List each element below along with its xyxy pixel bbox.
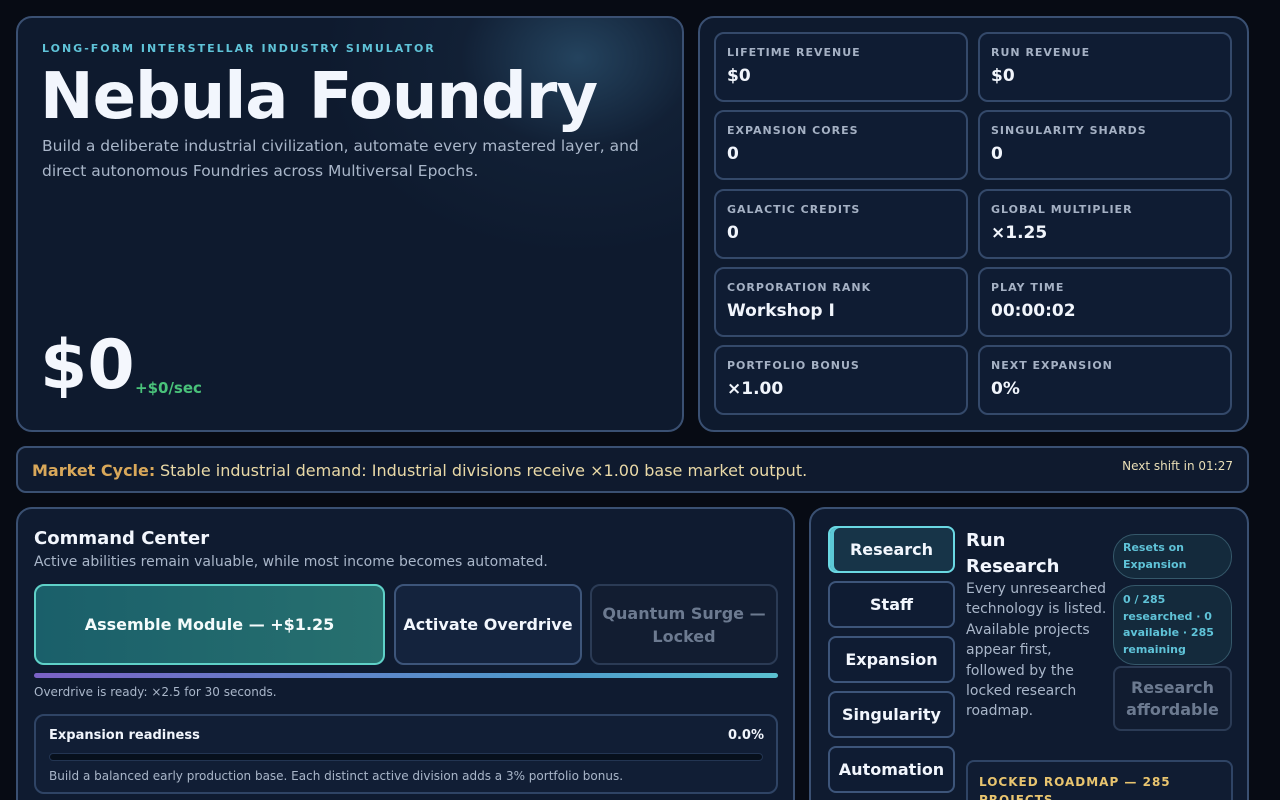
market-cycle-text: Stable industrial demand: Industrial div…: [160, 461, 808, 480]
command-center-title: Command Center: [34, 528, 210, 549]
hero-subtitle: Build a deliberate industrial civilizati…: [42, 137, 639, 180]
stat-lifetime-revenue: LIFETIME REVENUE $0: [714, 32, 968, 102]
readiness-percent: 0.0%: [727, 728, 764, 743]
overdrive-status: Overdrive is ready: ×2.5 for 30 seconds.: [34, 685, 277, 699]
market-next-shift: Next shift in 01:27: [1122, 459, 1233, 473]
command-center-panel: Command Center Active abilities remain v…: [16, 507, 795, 800]
stat-value: ×1.25: [991, 223, 1048, 243]
stat-label: PORTFOLIO BONUS: [727, 359, 860, 372]
stat-next-expansion: NEXT EXPANSION 0%: [978, 345, 1232, 415]
income-rate: +$0/sec: [135, 379, 202, 397]
stat-label: PLAY TIME: [991, 281, 1065, 294]
stat-label: GALACTIC CREDITS: [727, 203, 861, 216]
assemble-module-button[interactable]: Assemble Module — +$1.25: [34, 584, 385, 665]
tab-research[interactable]: Research: [828, 526, 955, 573]
tab-singularity[interactable]: Singularity: [828, 691, 955, 738]
research-description: Every unresearched technology is listed.…: [966, 581, 1107, 720]
resets-badge: Resets on Expansion: [1113, 534, 1232, 579]
stat-portfolio-bonus: PORTFOLIO BONUS ×1.00: [714, 345, 968, 415]
readiness-note: Build a balanced early production base. …: [49, 769, 624, 783]
tab-staff[interactable]: Staff: [828, 581, 955, 628]
stat-value: $0: [727, 66, 751, 86]
locked-roadmap-label: LOCKED ROADMAP — 285 PROJECTS: [979, 775, 1171, 800]
activate-overdrive-button[interactable]: Activate Overdrive: [394, 584, 582, 665]
tab-automation[interactable]: Automation: [828, 746, 955, 793]
research-affordable-button[interactable]: Research affordable: [1113, 666, 1232, 731]
tab-expansion[interactable]: Expansion: [828, 636, 955, 683]
stat-label: RUN REVENUE: [991, 46, 1091, 59]
stat-label: EXPANSION CORES: [727, 124, 859, 137]
stat-value: 0: [991, 144, 1003, 164]
stat-label: GLOBAL MULTIPLIER: [991, 203, 1133, 216]
research-title: Run Research: [966, 530, 1060, 577]
stat-value: Workshop I: [727, 301, 835, 321]
page-title: Nebula Foundry: [40, 60, 598, 134]
stat-corporation-rank: CORPORATION RANK Workshop I: [714, 267, 968, 337]
research-panel: Research Staff Expansion Singularity Aut…: [809, 507, 1249, 800]
stat-singularity-shards: SINGULARITY SHARDS 0: [978, 110, 1232, 180]
overdrive-meter: [34, 673, 778, 678]
hero-eyebrow: LONG-FORM INTERSTELLAR INDUSTRY SIMULATO…: [42, 42, 436, 55]
hero-panel: LONG-FORM INTERSTELLAR INDUSTRY SIMULATO…: [16, 16, 684, 432]
stat-value: 0: [727, 223, 739, 243]
readiness-progress-track: [49, 753, 763, 761]
stats-panel: LIFETIME REVENUE $0 RUN REVENUE $0 EXPAN…: [698, 16, 1249, 432]
stat-value: 00:00:02: [991, 301, 1076, 321]
research-count-badge: 0 / 285 researched · 0 available · 285 r…: [1113, 585, 1232, 665]
readiness-label: Expansion readiness: [49, 728, 200, 743]
stat-label: LIFETIME REVENUE: [727, 46, 861, 59]
stat-value: ×1.00: [727, 379, 784, 399]
market-cycle-label: Market Cycle:: [32, 461, 156, 480]
stat-play-time: PLAY TIME 00:00:02: [978, 267, 1232, 337]
stat-value: 0: [727, 144, 739, 164]
quantum-surge-button[interactable]: Quantum Surge — Locked: [590, 584, 778, 665]
expansion-readiness-card: Expansion readiness 0.0% Build a balance…: [34, 714, 778, 794]
stat-expansion-cores: EXPANSION CORES 0: [714, 110, 968, 180]
stat-value: $0: [991, 66, 1015, 86]
money-total: $0: [40, 326, 135, 405]
command-center-subtitle: Active abilities remain valuable, while …: [34, 554, 548, 570]
market-cycle-banner: Market Cycle: Stable industrial demand: …: [16, 446, 1249, 493]
stat-label: CORPORATION RANK: [727, 281, 872, 294]
stat-global-multiplier: GLOBAL MULTIPLIER ×1.25: [978, 189, 1232, 259]
locked-roadmap-card: LOCKED ROADMAP — 285 PROJECTS: [966, 760, 1233, 800]
stat-run-revenue: RUN REVENUE $0: [978, 32, 1232, 102]
stat-label: SINGULARITY SHARDS: [991, 124, 1147, 137]
stat-label: NEXT EXPANSION: [991, 359, 1113, 372]
stat-galactic-credits: GALACTIC CREDITS 0: [714, 189, 968, 259]
stat-value: 0%: [991, 379, 1020, 399]
